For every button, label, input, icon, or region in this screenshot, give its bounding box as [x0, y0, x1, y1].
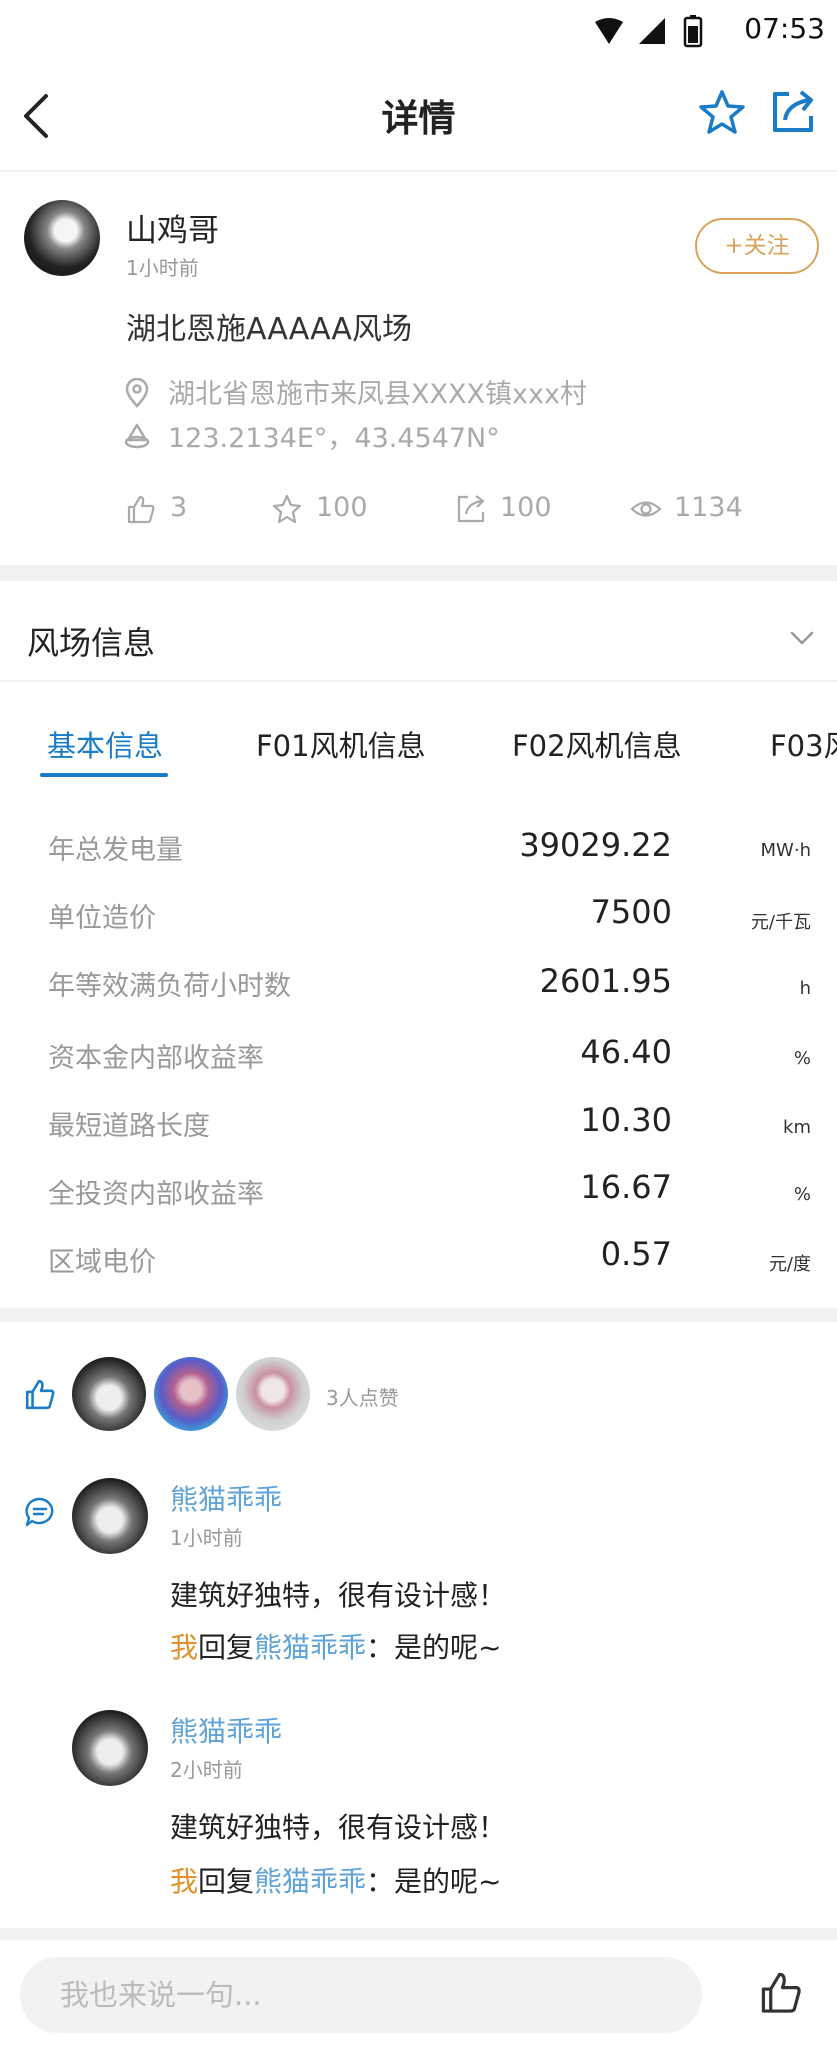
thumb-up-icon[interactable]	[24, 1378, 56, 1410]
tab-f03[interactable]: F03风	[770, 723, 837, 765]
info-label: 年等效满负荷小时数	[48, 971, 291, 1002]
section-gap	[0, 1308, 837, 1322]
info-label: 最短道路长度	[48, 1111, 210, 1142]
comment-reply[interactable]: 我回复熊猫乖乖：是的呢~	[170, 1860, 502, 1900]
commenter-name[interactable]: 熊猫乖乖	[170, 1478, 282, 1518]
info-label: 单位造价	[48, 903, 156, 934]
chevron-down-icon[interactable]	[789, 628, 815, 648]
info-unit: %	[793, 1048, 811, 1069]
info-unit: h	[799, 978, 811, 999]
comment-icon[interactable]	[24, 1496, 56, 1528]
liker-avatar[interactable]	[236, 1357, 310, 1431]
status-time: 07:53	[744, 12, 825, 45]
reply-target[interactable]: 熊猫乖乖	[254, 1631, 366, 1664]
section-title: 风场信息	[27, 624, 156, 662]
comment-time: 2小时前	[170, 1758, 243, 1782]
reply-text: ：是的呢~	[366, 1631, 502, 1664]
comment-input[interactable]	[20, 1957, 702, 2033]
comment-text: 建筑好独特，很有设计感！	[170, 1579, 507, 1612]
signal-icon	[639, 18, 665, 44]
post-time: 1小时前	[126, 256, 199, 280]
comment-bar	[0, 1940, 837, 2047]
tab-basic-info[interactable]: 基本信息	[47, 723, 163, 765]
view-count: 1134	[674, 492, 743, 523]
tab-f01[interactable]: F01风机信息	[256, 723, 426, 765]
liker-avatar[interactable]	[154, 1357, 228, 1431]
info-label: 年总发电量	[48, 835, 183, 866]
reply-text: ：是的呢~	[366, 1865, 502, 1898]
liker-avatar[interactable]	[72, 1357, 146, 1431]
info-value: 7500	[590, 893, 672, 931]
thumb-up-icon	[127, 495, 155, 524]
star-icon[interactable]	[697, 88, 747, 138]
reply-target[interactable]: 熊猫乖乖	[254, 1865, 366, 1898]
author-name[interactable]: 山鸡哥	[126, 205, 219, 250]
reply-word: 回复	[198, 1865, 255, 1898]
eye-icon	[630, 501, 662, 517]
share-icon[interactable]	[769, 88, 817, 136]
commenter-avatar[interactable]	[72, 1710, 148, 1786]
status-icons	[595, 15, 703, 48]
coords-text: 123.2134E°，43.4547N°	[168, 423, 500, 454]
tab-underline	[40, 773, 168, 777]
share-outline-icon	[457, 495, 485, 523]
thumb-up-icon[interactable]	[759, 1970, 803, 2014]
comment-text: 建筑好独特，很有设计感！	[170, 1811, 507, 1844]
comment-time: 1小时前	[170, 1526, 243, 1550]
location-pin-icon	[125, 378, 149, 408]
reply-word: 回复	[198, 1631, 255, 1664]
commenter-avatar[interactable]	[72, 1478, 148, 1554]
author-avatar[interactable]	[24, 200, 100, 276]
info-value: 10.30	[580, 1101, 672, 1139]
info-unit: 元/度	[768, 1254, 811, 1275]
info-value: 0.57	[600, 1235, 672, 1273]
info-value: 46.40	[580, 1033, 672, 1071]
info-unit: km	[783, 1117, 811, 1138]
info-value: 2601.95	[539, 962, 672, 1000]
comment-reply[interactable]: 我回复熊猫乖乖：是的呢~	[170, 1626, 502, 1666]
like-count: 3	[170, 492, 188, 523]
reply-author[interactable]: 我	[170, 1631, 198, 1664]
info-unit: MW·h	[760, 840, 811, 861]
info-value: 16.67	[580, 1168, 672, 1206]
info-label: 区域电价	[48, 1247, 156, 1278]
post-title: 湖北恩施AAAAA风场	[126, 312, 412, 347]
address-text: 湖北省恩施市来凤县XXXX镇xxx村	[168, 379, 587, 410]
nav-bar: 详情	[0, 62, 837, 172]
commenter-name[interactable]: 熊猫乖乖	[170, 1710, 282, 1750]
info-unit: 元/千瓦	[750, 912, 811, 933]
info-unit: %	[793, 1184, 811, 1205]
share-count: 100	[500, 492, 552, 523]
reply-author[interactable]: 我	[170, 1865, 198, 1898]
info-label: 全投资内部收益率	[48, 1179, 264, 1210]
likes-count: 3人点赞	[326, 1386, 399, 1410]
info-label: 资本金内部收益率	[48, 1043, 264, 1074]
status-bar: 07:53	[0, 0, 837, 62]
section-gap	[0, 565, 837, 581]
divider	[0, 680, 837, 682]
coordinate-icon	[124, 423, 150, 449]
tab-f02[interactable]: F02风机信息	[512, 723, 682, 765]
wifi-icon	[595, 18, 623, 44]
star-outline-icon	[272, 494, 302, 524]
follow-button[interactable]: +关注	[695, 218, 819, 274]
favorite-count: 100	[316, 492, 368, 523]
info-value: 39029.22	[519, 826, 672, 864]
section-gap	[0, 1928, 837, 1940]
